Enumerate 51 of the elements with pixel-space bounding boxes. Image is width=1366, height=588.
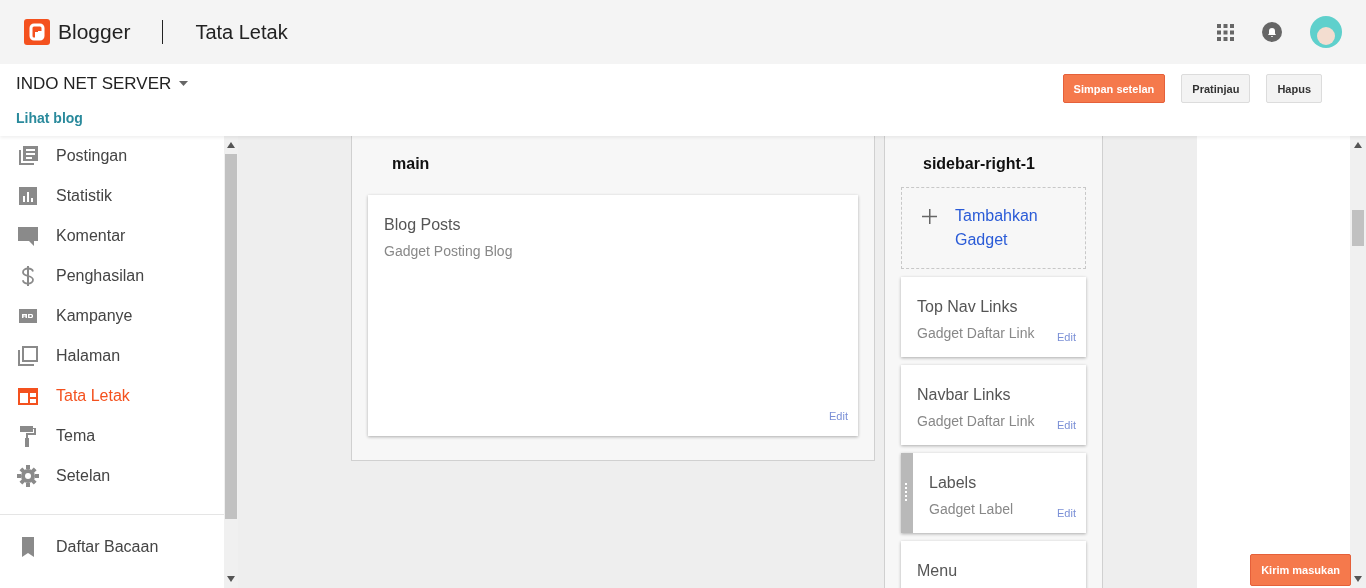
sidebar-item[interactable]: Setelan: [0, 456, 224, 496]
gadget-title: Blog Posts: [384, 215, 462, 235]
scroll-up-icon[interactable]: [227, 142, 235, 148]
brand-name: Blogger: [58, 19, 131, 46]
gadget-type: Gadget Posting Blog: [384, 242, 513, 261]
action-button[interactable]: Pratinjau: [1181, 73, 1251, 103]
gadget-type: Gadget Label: [929, 500, 1014, 519]
speech-bubble-icon: [17, 225, 39, 247]
bar-chart-icon: [17, 185, 39, 207]
sidebar-item[interactable]: Postingan: [0, 136, 224, 176]
view-blog-link[interactable]: Lihat blog: [16, 108, 189, 130]
blogger-logo-icon: [24, 19, 50, 45]
blog-name: INDO NET SERVER: [16, 72, 172, 95]
sidebar-item[interactable]: Penghasilan: [0, 256, 224, 296]
layout-icon: [17, 385, 39, 407]
action-button[interactable]: Hapus: [1266, 73, 1322, 103]
gadget-title: Top Nav Links: [917, 297, 1019, 317]
dropdown-caret-icon[interactable]: [179, 81, 189, 86]
gadget-title: Navbar Links: [917, 385, 1012, 405]
sidebar-item[interactable]: Komentar: [0, 216, 224, 256]
document-stack-icon: [17, 145, 39, 167]
gadget-title: Menu: [917, 561, 959, 581]
gadget-card[interactable]: Navbar Links Gadget Daftar Link Edit: [901, 365, 1086, 445]
scroll-thumb[interactable]: [225, 154, 237, 519]
paint-roller-icon: [17, 425, 39, 447]
page-title: Tata Letak: [195, 20, 288, 45]
section-title: main: [391, 154, 431, 174]
gadget-card[interactable]: Blog Posts Gadget Posting Blog Edit: [368, 195, 858, 436]
settings-icon: [17, 465, 39, 487]
gadget-title: Labels: [929, 473, 978, 493]
scroll-up-icon[interactable]: [1354, 142, 1362, 148]
sidebar-item[interactable]: Tema: [0, 416, 224, 456]
gadget-card[interactable]: Top Nav Links Gadget Daftar Link Edit: [901, 277, 1086, 357]
scroll-down-icon[interactable]: [227, 576, 235, 582]
sidebar-item[interactable]: Tata Letak: [0, 376, 224, 416]
sidebar-scrollbar[interactable]: [224, 136, 238, 588]
section-title: sidebar-right-1: [922, 154, 1036, 174]
gadget-card[interactable]: Menu: [901, 541, 1086, 588]
pages-stack-icon: [17, 345, 39, 367]
sidebar-item[interactable]: Statistik: [0, 176, 224, 216]
sidebar-item[interactable]: Kampanye: [0, 296, 224, 336]
sidebar-item[interactable]: Daftar Bacaan: [0, 527, 224, 567]
sidebar-item[interactable]: Halaman: [0, 336, 224, 376]
scroll-thumb[interactable]: [1352, 210, 1364, 246]
notification-bell-icon[interactable]: [1262, 22, 1282, 42]
apps-grid-icon[interactable]: [1217, 23, 1234, 41]
gadget-type: Gadget Daftar Link: [917, 412, 1035, 431]
gadget-type: Gadget Daftar Link: [917, 324, 1035, 343]
plus-icon[interactable]: [922, 209, 937, 224]
scroll-down-icon[interactable]: [1354, 576, 1362, 582]
page-scrollbar[interactable]: [1350, 136, 1366, 588]
